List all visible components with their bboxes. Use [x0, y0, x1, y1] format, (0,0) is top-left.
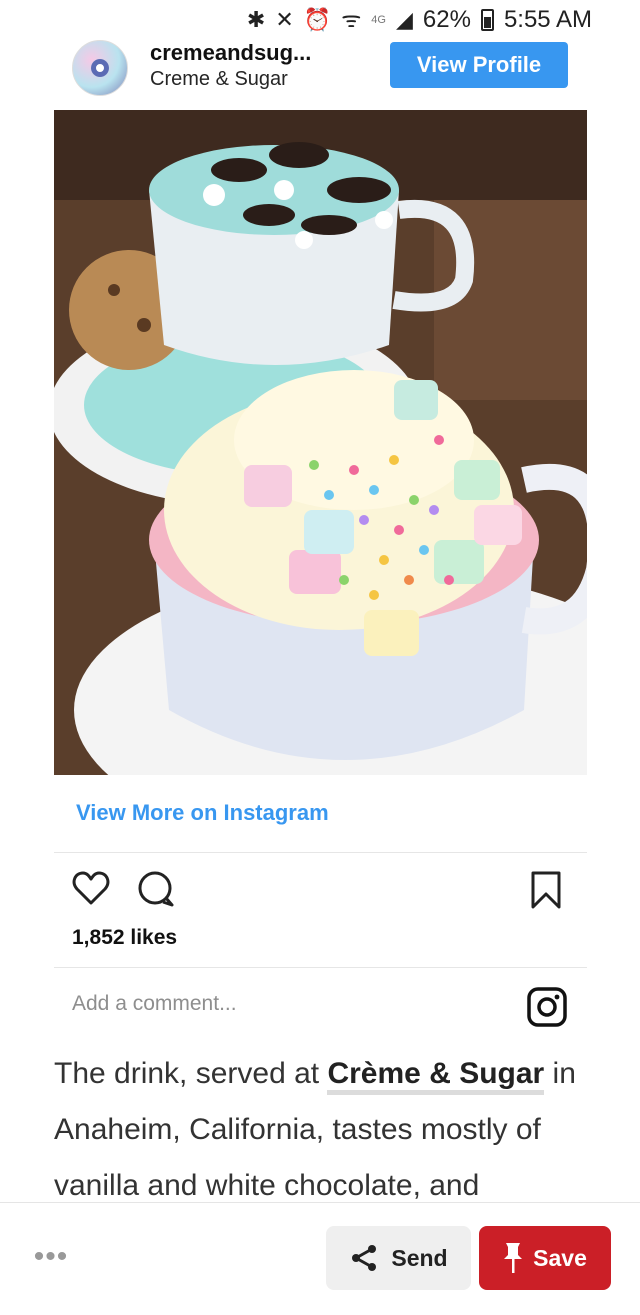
save-button[interactable]: Save: [479, 1226, 611, 1290]
wifi-icon: ᯤ: [341, 7, 362, 32]
like-heart-icon[interactable]: [72, 870, 110, 911]
pin-icon: [504, 1243, 523, 1273]
bluetooth-icon: ✱: [246, 7, 266, 32]
battery-icon: [480, 9, 494, 31]
share-icon: [352, 1245, 377, 1271]
bookmark-icon[interactable]: [530, 870, 562, 915]
profile-header: cremeandsug... Creme & Sugar View Profil…: [72, 38, 572, 98]
send-button[interactable]: Send: [326, 1226, 471, 1290]
instagram-logo-icon[interactable]: [526, 986, 568, 1033]
article-caption: The drink, served at Crème & Sugar in An…: [54, 1046, 604, 1214]
mute-icon: ✕: [275, 7, 294, 32]
status-bar: ✱ ✕ ⏰ ᯤ 4G ◢ 62% 5:55 AM: [0, 0, 640, 40]
view-profile-button[interactable]: View Profile: [390, 42, 568, 88]
comment-bubble-icon[interactable]: [136, 870, 176, 913]
add-comment-field[interactable]: Add a comment...: [72, 992, 237, 1016]
alarm-icon: ⏰: [303, 7, 332, 32]
full-name: Creme & Sugar: [150, 68, 288, 90]
divider: [54, 852, 587, 853]
battery-percent: 62%: [422, 6, 471, 33]
post-image[interactable]: [54, 110, 587, 775]
view-more-instagram-link[interactable]: View More on Instagram: [76, 800, 329, 826]
network-type: 4G: [371, 14, 386, 26]
likes-count: 1,852 likes: [72, 926, 178, 949]
caption-text: The drink, served at: [54, 1057, 328, 1090]
save-label: Save: [533, 1244, 587, 1271]
drinks-illustration: [54, 110, 587, 775]
clock: 5:55 AM: [503, 6, 592, 33]
creme-sugar-link[interactable]: Crème & Sugar: [327, 1057, 545, 1095]
more-options-icon[interactable]: •••: [26, 1242, 76, 1272]
divider: [54, 967, 587, 968]
avatar[interactable]: [72, 40, 128, 96]
signal-icon: ◢: [395, 7, 413, 32]
send-label: Send: [391, 1244, 448, 1271]
username[interactable]: cremeandsug...: [150, 40, 311, 66]
